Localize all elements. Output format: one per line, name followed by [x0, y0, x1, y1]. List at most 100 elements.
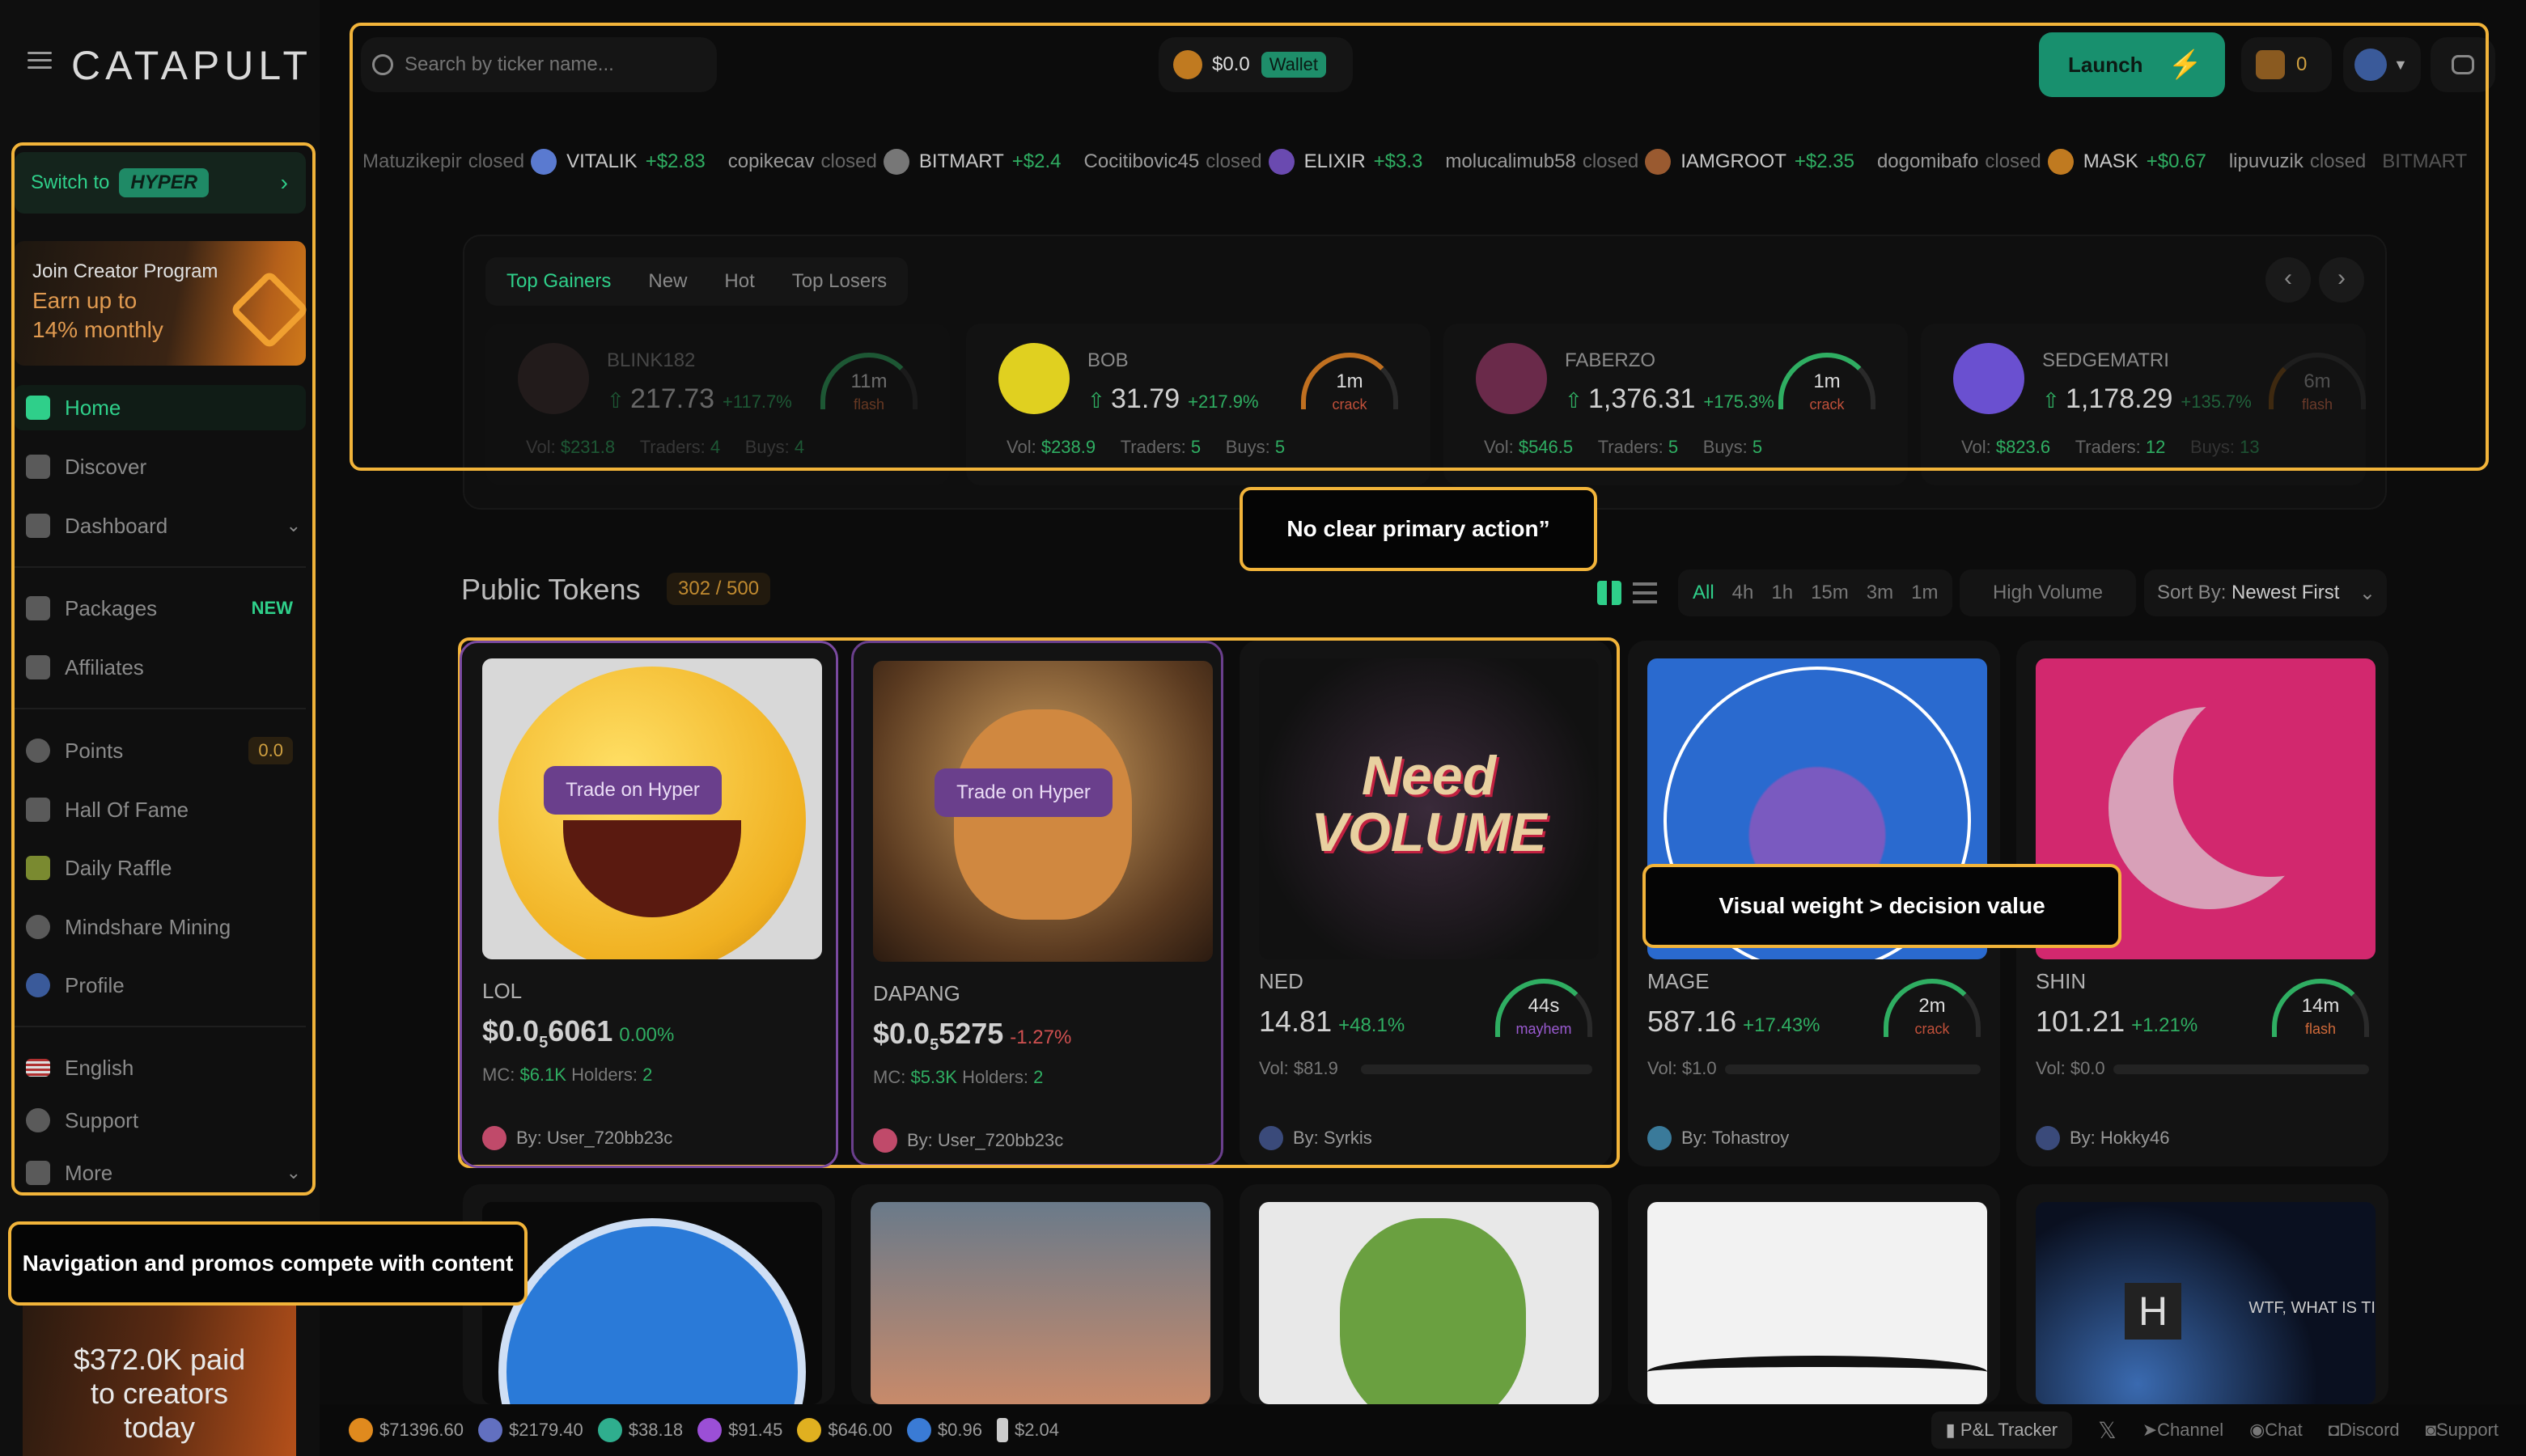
- highlight-purple-card: [460, 641, 838, 1168]
- filter-1m[interactable]: 1m: [1911, 582, 1938, 604]
- bnb-icon: [797, 1418, 822, 1442]
- gauge-time: 14m: [2301, 995, 2340, 1017]
- creator[interactable]: By: Hokky46: [2036, 1126, 2170, 1150]
- creator-avatar: [1647, 1126, 1672, 1150]
- creator-avatar: [2036, 1126, 2060, 1150]
- link-label: Support: [2435, 1420, 2498, 1440]
- app-logo[interactable]: CATAPULT: [71, 42, 312, 89]
- time-filter-group: All 4h 1h 15m 3m 1m: [1678, 569, 1953, 616]
- token-name: MAGE: [1647, 969, 1710, 993]
- chevron-down-icon: ⌄: [2359, 582, 2376, 604]
- token-volume: Vol: $1.0: [1647, 1058, 1717, 1079]
- support-link[interactable]: ◙ Support: [2426, 1420, 2498, 1441]
- btc-icon: [349, 1418, 373, 1442]
- token-price: 587.16 +17.43%: [1647, 1005, 1820, 1039]
- token-card[interactable]: [1628, 1184, 2000, 1404]
- eth-icon: [478, 1418, 502, 1442]
- price-value: 101.21: [2036, 1005, 2125, 1038]
- token-image: H WTF, WHAT IS TI: [2036, 1202, 2376, 1404]
- chat-link[interactable]: ◉ Chat: [2249, 1420, 2303, 1441]
- gauge-stage: crack: [1914, 1021, 1950, 1037]
- gauge-stage: flash: [2304, 1021, 2337, 1037]
- price-hype: $38.18: [597, 1418, 684, 1442]
- highlight-header: [350, 23, 2489, 471]
- creators-paid-banner: $372.0K paid to creators today: [23, 1302, 296, 1456]
- telegram-icon: ➤: [2142, 1420, 2158, 1440]
- support-icon: ◙: [2425, 1420, 2436, 1440]
- vol-label: Vol:: [1647, 1058, 1677, 1078]
- token-price: 101.21 +1.21%: [2036, 1005, 2198, 1039]
- coin-value: $2.04: [1014, 1420, 1060, 1440]
- link-label: Channel: [2157, 1420, 2224, 1440]
- filter-all[interactable]: All: [1693, 582, 1714, 604]
- coin-value: $0.96: [937, 1420, 982, 1440]
- highlight-sidebar: [11, 142, 316, 1196]
- usdc-icon: [906, 1418, 931, 1442]
- brand-mark-image: [1647, 1356, 1987, 1388]
- filter-3m[interactable]: 3m: [1867, 582, 1893, 604]
- coin-value: $38.18: [628, 1420, 684, 1440]
- h-logo-tile: H: [2125, 1283, 2181, 1340]
- chat-bubble-icon: ◉: [2249, 1420, 2265, 1440]
- token-card[interactable]: [851, 1184, 1223, 1404]
- coin-value: $2179.40: [509, 1420, 583, 1440]
- price-misc: $2.04: [996, 1418, 1060, 1442]
- token-image: [482, 1202, 822, 1404]
- token-count-badge: 302 / 500: [667, 573, 771, 605]
- pnl-label: P&L Tracker: [1960, 1420, 2058, 1440]
- vol-value: $1.0: [1681, 1058, 1717, 1078]
- filter-4h[interactable]: 4h: [1732, 582, 1754, 604]
- volume-bar: [2113, 1064, 2369, 1074]
- grid-view-icon[interactable]: [1597, 581, 1621, 605]
- token-image: [1647, 1202, 1987, 1404]
- by-label: By:: [1681, 1128, 1707, 1148]
- sort-value: Newest First: [2231, 582, 2340, 603]
- gauge-time: 2m: [1918, 995, 1946, 1017]
- paid-line2: to creators: [90, 1377, 229, 1410]
- coin-value: $91.45: [728, 1420, 783, 1440]
- link-label: Chat: [2265, 1420, 2303, 1440]
- coin-value: $646.00: [828, 1420, 892, 1440]
- section-title: Public Tokens: [461, 573, 641, 606]
- price-eth: $2179.40: [478, 1418, 583, 1442]
- hype-icon: [597, 1418, 622, 1442]
- price-bnb: $646.00: [797, 1418, 892, 1442]
- paid-line1: $372.0K paid: [73, 1343, 246, 1376]
- creator[interactable]: By: Tohastroy: [1647, 1126, 1789, 1150]
- pepe-frog-image: [1340, 1218, 1526, 1404]
- token-pct: +1.21%: [2131, 1014, 2198, 1036]
- callout-navigation: Navigation and promos compete with conte…: [8, 1221, 528, 1306]
- list-view-icon[interactable]: [1633, 582, 1657, 603]
- x-icon[interactable]: 𝕏: [2098, 1417, 2117, 1444]
- volume-bar: [1725, 1064, 1981, 1074]
- sort-label: Sort By:: [2157, 582, 2227, 603]
- bar-chart-icon: ▮: [1945, 1420, 1960, 1440]
- vol-value: $0.0: [2070, 1058, 2105, 1078]
- filter-15m[interactable]: 15m: [1811, 582, 1849, 604]
- price-value: 587.16: [1647, 1005, 1737, 1038]
- sol-icon: [697, 1418, 723, 1442]
- token-name: SHIN: [2036, 969, 2087, 993]
- callout-primary-action: No clear primary action”: [1240, 487, 1597, 571]
- sailboat-logo-image: [498, 1218, 806, 1404]
- token-volume: Vol: $0.0: [2036, 1058, 2105, 1079]
- link-label: Discord: [2339, 1420, 2400, 1440]
- paid-line3: today: [123, 1411, 196, 1444]
- filter-1h[interactable]: 1h: [1771, 582, 1793, 604]
- menu-icon[interactable]: [28, 52, 52, 70]
- discord-icon: ◘: [2328, 1420, 2340, 1440]
- discord-link[interactable]: ◘ Discord: [2329, 1420, 2400, 1441]
- sort-dropdown[interactable]: Sort By: Newest First ⌄: [2144, 569, 2387, 616]
- pnl-tracker-button[interactable]: ▮ P&L Tracker: [1931, 1412, 2073, 1449]
- creator-name: Hokky46: [2100, 1128, 2170, 1148]
- vol-label: Vol:: [2036, 1058, 2066, 1078]
- moon-cutout: [2173, 683, 2367, 877]
- price-usdc: $0.96: [906, 1418, 982, 1442]
- channel-link[interactable]: ➤ Channel: [2142, 1420, 2223, 1441]
- creator-name: Tohastroy: [1711, 1128, 1790, 1148]
- token-card[interactable]: H WTF, WHAT IS TI: [2016, 1184, 2388, 1404]
- image-caption-text: WTF, WHAT IS TI: [2248, 1299, 2376, 1317]
- by-label: By:: [2070, 1128, 2096, 1148]
- high-volume-toggle[interactable]: High Volume: [1960, 569, 2136, 616]
- token-card[interactable]: [1240, 1184, 1612, 1404]
